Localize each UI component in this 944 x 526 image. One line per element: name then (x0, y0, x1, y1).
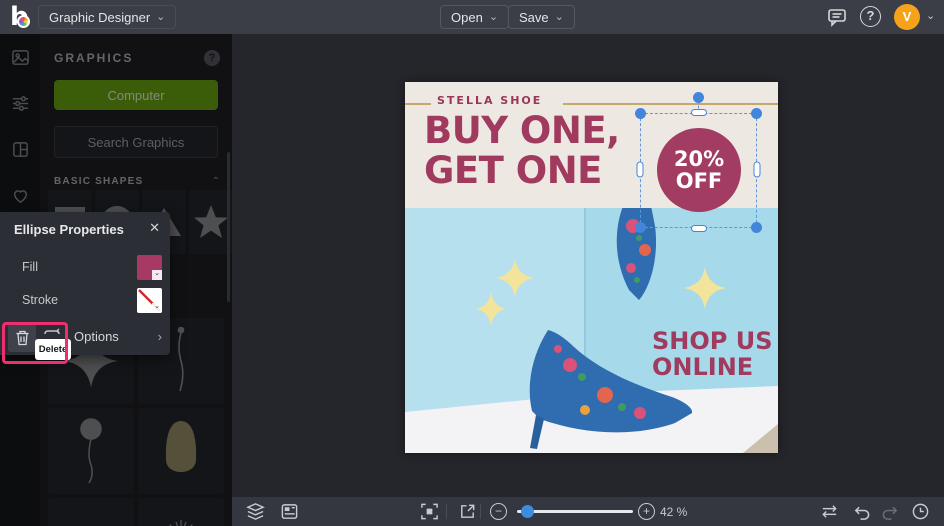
resize-handle-sw[interactable] (635, 222, 646, 233)
design-canvas[interactable]: STELLA SHOE BUY ONE, GET ONE SHOP US ONL… (405, 82, 778, 453)
cta-text[interactable]: SHOP US ONLINE (652, 328, 773, 380)
top-bar: b Graphic Designer ⌄ Open ⌄ Save ⌄ ? V ⌄ (0, 0, 944, 34)
compare-transform-icon[interactable] (820, 502, 839, 521)
zoom-level-value: 42 % (660, 505, 688, 519)
cta-line2: ONLINE (652, 353, 754, 381)
feedback-chat-icon[interactable] (826, 6, 848, 28)
app-menu-label: Graphic Designer (49, 9, 151, 25)
chevron-down-icon: ⌄ (488, 11, 499, 23)
zoom-out-button[interactable]: − (490, 503, 507, 520)
rotation-handle[interactable] (693, 92, 704, 103)
avatar[interactable]: V (894, 4, 920, 30)
selection-bounding-box[interactable] (635, 92, 762, 233)
undo-icon[interactable] (852, 502, 871, 521)
zoom-slider-handle[interactable] (521, 505, 534, 518)
help-icon[interactable]: ? (860, 6, 881, 27)
redo-icon[interactable] (881, 502, 900, 521)
stroke-color-swatch[interactable]: ⌄ (137, 288, 162, 313)
close-icon[interactable]: ✕ (149, 220, 160, 236)
canvas-settings-icon[interactable] (280, 502, 299, 521)
headline-line1[interactable]: BUY ONE, (424, 112, 620, 150)
resize-handle-ne[interactable] (751, 108, 762, 119)
bottom-toolbar: − + 42 % (232, 497, 944, 526)
zoom-in-button[interactable]: + (638, 503, 655, 520)
save-button[interactable]: Save ⌄ (508, 5, 575, 29)
resize-handle-e[interactable] (753, 161, 761, 178)
resize-handle-s[interactable] (691, 225, 707, 232)
popup-title: Ellipse Properties (14, 222, 124, 237)
chevron-down-icon: ⌄ (554, 11, 564, 23)
history-icon[interactable] (911, 502, 930, 521)
open-label: Open (451, 9, 483, 25)
fullscreen-icon[interactable] (458, 502, 477, 521)
delete-tooltip: Delete (35, 339, 71, 360)
fill-color-swatch[interactable]: ⌄ (137, 255, 162, 280)
brand-text[interactable]: STELLA SHOE (437, 94, 542, 107)
open-button[interactable]: Open ⌄ (440, 5, 510, 29)
chevron-down-icon: ⌄ (156, 11, 166, 23)
ellipse-properties-popup: Ellipse Properties ✕ Fill ⌄ Stroke ⌄ Opt… (0, 212, 170, 360)
chevron-down-icon[interactable]: ⌄ (926, 9, 935, 22)
workspace: STELLA SHOE BUY ONE, GET ONE SHOP US ONL… (232, 34, 944, 497)
resize-handle-w[interactable] (636, 161, 644, 178)
decor-rule-right (563, 103, 778, 105)
graphic-designer-app: b Graphic Designer ⌄ Open ⌄ Save ⌄ ? V ⌄ (0, 0, 944, 526)
cta-line1: SHOP US (652, 327, 773, 355)
delete-layer-button[interactable] (8, 324, 36, 352)
stroke-label: Stroke (22, 293, 59, 307)
headline-line2[interactable]: GET ONE (424, 152, 602, 190)
zoom-slider-track[interactable] (517, 510, 633, 513)
resize-handle-se[interactable] (751, 222, 762, 233)
fill-label: Fill (22, 260, 38, 274)
chevron-right-icon: › (157, 329, 162, 344)
toolbar-divider (446, 504, 447, 519)
logo-color-wheel-icon (17, 15, 30, 28)
resize-handle-n[interactable] (691, 109, 707, 116)
options-button[interactable]: Options › (74, 329, 162, 344)
layers-icon[interactable] (246, 502, 265, 521)
options-label: Options (74, 329, 119, 344)
save-label: Save (519, 9, 549, 25)
decor-rule-left (405, 103, 431, 105)
resize-handle-nw[interactable] (635, 108, 646, 119)
befunky-logo[interactable]: b (10, 3, 36, 31)
chevron-down-icon[interactable]: ⌄ (152, 270, 162, 280)
toolbar-divider (480, 504, 481, 519)
app-menu-button[interactable]: Graphic Designer ⌄ (38, 5, 177, 29)
fit-to-screen-icon[interactable] (420, 502, 439, 521)
chevron-down-icon[interactable]: ⌄ (152, 303, 162, 313)
